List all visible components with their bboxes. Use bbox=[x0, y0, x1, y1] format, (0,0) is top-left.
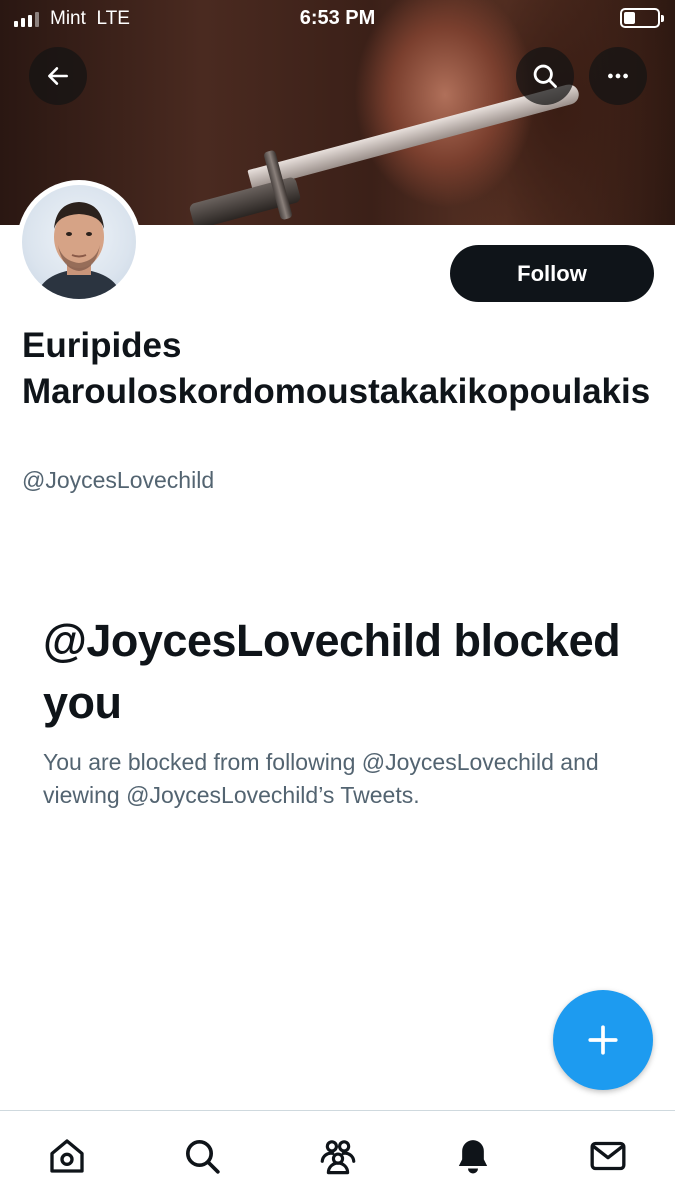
blocked-description: You are blocked from following @JoycesLo… bbox=[43, 749, 599, 808]
notifications-icon bbox=[458, 1140, 488, 1174]
more-button[interactable] bbox=[589, 47, 647, 105]
avatar-image bbox=[22, 185, 136, 299]
blocked-title: @JoycesLovechild blocked you bbox=[43, 615, 621, 728]
avatar[interactable] bbox=[17, 180, 141, 304]
avatar-portrait bbox=[36, 202, 122, 299]
follow-button-label: Follow bbox=[517, 260, 587, 286]
display-name: Euripides Marouloskordomoustakakikopoula… bbox=[22, 326, 651, 411]
user-handle: @JoycesLovechild bbox=[22, 467, 215, 493]
tab-search[interactable] bbox=[180, 1134, 224, 1178]
tab-messages[interactable] bbox=[586, 1134, 630, 1178]
clock: 6:53 PM bbox=[299, 7, 376, 29]
profile-search-button[interactable] bbox=[516, 47, 574, 105]
tab-notifications[interactable] bbox=[451, 1134, 495, 1178]
search-icon bbox=[186, 1140, 220, 1174]
status-bar: Mint LTE 6:53 PM bbox=[0, 0, 675, 40]
compose-tweet-button[interactable] bbox=[553, 990, 653, 1090]
communities-icon bbox=[320, 1140, 356, 1175]
plus-icon bbox=[588, 1025, 618, 1055]
back-button[interactable] bbox=[29, 47, 87, 105]
more-icon bbox=[608, 73, 628, 79]
home-icon bbox=[50, 1139, 84, 1173]
bottom-tab-bar bbox=[0, 1110, 675, 1200]
tab-communities[interactable] bbox=[316, 1134, 360, 1178]
battery-icon bbox=[620, 8, 664, 28]
profile-screen: Mint LTE 6:53 PM Follow Euripides Maroul… bbox=[0, 0, 675, 1200]
follow-button[interactable]: Follow bbox=[450, 245, 654, 302]
search-icon bbox=[533, 64, 557, 88]
battery-level bbox=[624, 12, 636, 24]
tab-home[interactable] bbox=[45, 1134, 89, 1178]
back-arrow-icon bbox=[48, 67, 68, 85]
messages-icon bbox=[590, 1141, 626, 1171]
